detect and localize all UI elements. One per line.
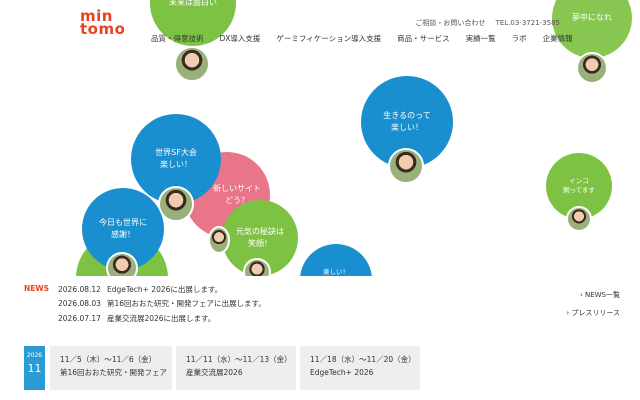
bubble-text: 元気の秘訣は 笑顔！: [236, 227, 284, 248]
news-title: 産業交流展2026に出展します。: [106, 314, 216, 323]
news-section: NEWS 2026.08.12 EdgeTech+ 2026に出展します。 202…: [0, 276, 640, 338]
staff-photo: [576, 52, 608, 84]
bubble-text: 今日も世界に 感謝！: [99, 218, 147, 239]
message-bubble[interactable]: 楽しい！: [300, 244, 372, 276]
event-calendar-badge: 2026 11: [24, 346, 45, 390]
event-month: 11: [27, 362, 42, 375]
event-name: 第16回おおた研究・開発フェア: [60, 368, 168, 377]
event-year: 2026: [26, 352, 43, 359]
news-date: 2026.08.03: [58, 299, 101, 308]
news-date: 2026.08.12: [58, 285, 101, 294]
bubble-text: 未来は面白い: [169, 0, 217, 7]
event-card[interactable]: 11／18（水）～11／20（金） EdgeTech+ 2026: [300, 346, 420, 390]
contact-link[interactable]: ご相談・お問い合わせ: [415, 19, 485, 27]
nav-item-lab[interactable]: ラボ: [504, 33, 535, 44]
news-title: 第16回おおた研究・開発フェアに出展します。: [106, 299, 266, 308]
nav-item-works[interactable]: 実績一覧: [458, 33, 504, 44]
staff-photo: [174, 46, 210, 82]
bubble-text: 世界SF大会 楽しい！: [155, 148, 197, 169]
event-dates: 11／5（木）～11／6（金）: [60, 355, 157, 364]
staff-photo: [208, 226, 230, 254]
press-release-link[interactable]: › プレスリリース: [566, 308, 620, 318]
logo-text-bottom: tomo: [80, 20, 126, 38]
message-bubble[interactable]: 夢中になれ: [552, 0, 632, 58]
nav-item-quality[interactable]: 品質・得意技術: [143, 33, 212, 44]
nav-item-company[interactable]: 企業情報: [535, 33, 581, 44]
bubble-text: 生きるのって 楽しい！: [383, 111, 431, 132]
nav-item-products[interactable]: 商品・サービス: [389, 33, 458, 44]
bubble-text: インコ 飼ってます: [563, 177, 595, 194]
staff-photo: [106, 252, 138, 276]
site-logo[interactable]: min tomo: [80, 9, 132, 38]
phone-number: TEL.03-3721-3585: [495, 19, 560, 27]
staff-photo: [566, 206, 592, 232]
event-name: 産業交流展2026: [186, 368, 243, 377]
news-heading: NEWS: [24, 284, 50, 293]
news-date: 2026.07.17: [58, 314, 101, 323]
staff-photo: [388, 148, 424, 184]
nav-item-dx[interactable]: DX導入支援: [212, 33, 269, 44]
news-item[interactable]: 2026.08.03 第16回おおた研究・開発フェアに出展します。: [58, 298, 266, 309]
event-dates: 11／18（水）～11／20（金）: [310, 355, 416, 364]
event-card[interactable]: 11／11（水）～11／13（金） 産業交流展2026: [176, 346, 296, 390]
event-card[interactable]: 11／5（木）～11／6（金） 第16回おおた研究・開発フェア: [50, 346, 172, 390]
event-name: EdgeTech+ 2026: [310, 368, 374, 377]
staff-photo: [158, 186, 194, 222]
bubble-text: 夢中になれ: [572, 13, 612, 22]
bubble-text: 楽しい！: [323, 268, 349, 276]
news-item[interactable]: 2026.08.12 EdgeTech+ 2026に出展します。: [58, 284, 222, 295]
nav-item-gamification[interactable]: ゲーミフィケーション導入支援: [268, 33, 389, 44]
utility-nav: ご相談・お問い合わせ TEL.03-3721-3585: [407, 18, 560, 28]
global-nav: 品質・得意技術 DX導入支援 ゲーミフィケーション導入支援 商品・サービス 実績…: [143, 33, 581, 44]
news-list-link[interactable]: › NEWS一覧: [580, 290, 620, 300]
news-title: EdgeTech+ 2026に出展します。: [106, 285, 223, 294]
event-dates: 11／11（水）～11／13（金）: [186, 355, 292, 364]
news-item[interactable]: 2026.07.17 産業交流展2026に出展します。: [58, 313, 215, 324]
